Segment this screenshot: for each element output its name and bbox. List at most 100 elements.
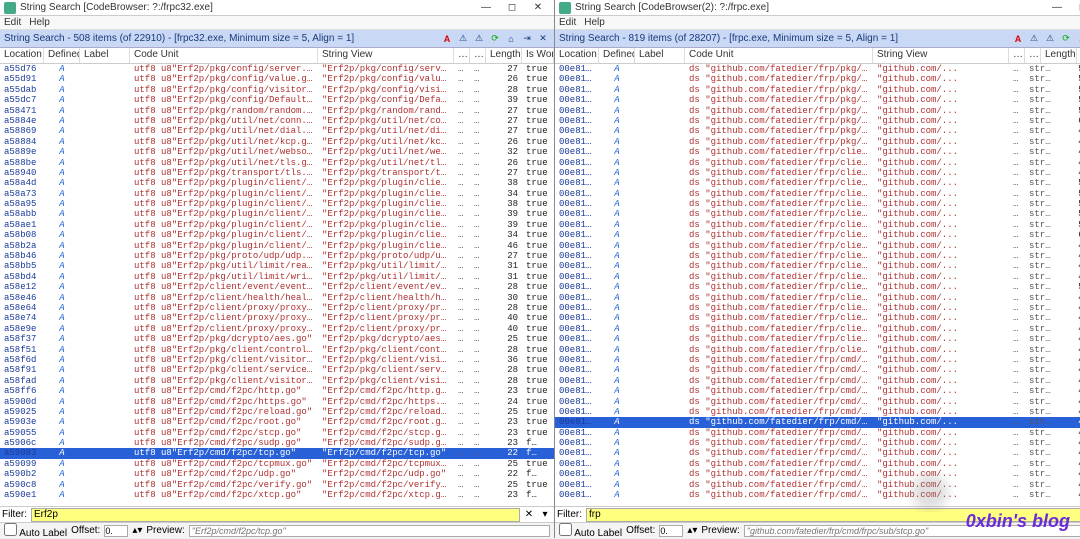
- table-row[interactable]: 00e81170Ads "github.com/fatedier/frp/pkg…: [555, 64, 1080, 74]
- table-row[interactable]: 00e8160bAds "github.com/fatedier/frp/cli…: [555, 251, 1080, 261]
- auto-label-checkbox[interactable]: Auto Label: [559, 523, 622, 539]
- table-row[interactable]: 00e81aabAds "github.com/fatedier/frp/cmd…: [555, 480, 1080, 490]
- table-row[interactable]: 00e8170bAds "github.com/fatedier/frp/cli…: [555, 293, 1080, 303]
- table-row[interactable]: 00e81516Ads "github.com/fatedier/frp/cli…: [555, 220, 1080, 230]
- offset-input[interactable]: [104, 525, 128, 537]
- col-is-word[interactable]: Is Word: [522, 48, 554, 63]
- table-row[interactable]: a5889eAutf8 u8"Erf2p/pkg/util/net/websoc…: [0, 147, 554, 157]
- table-row[interactable]: 00e81386Ads "github.com/fatedier/frp/cli…: [555, 168, 1080, 178]
- refresh-icon[interactable]: ⟳: [1059, 32, 1073, 46]
- col-dots1[interactable]: …: [454, 48, 470, 63]
- table-row[interactable]: 00e811e0Ads "github.com/fatedier/frp/pkg…: [555, 85, 1080, 95]
- offset-stepper[interactable]: ▴▾: [132, 525, 142, 536]
- refresh-icon[interactable]: ⟳: [488, 32, 502, 46]
- table-row[interactable]: 00e81a50Ads "github.com/fatedier/frp/cmd…: [555, 459, 1080, 469]
- table-row[interactable]: 00e816d9Ads "github.com/fatedier/frp/cli…: [555, 282, 1080, 292]
- table-row[interactable]: a58f91Autf8 u8"Erf2p/pkg/client/service.…: [0, 365, 554, 375]
- filter-clear-icon[interactable]: ✕: [522, 508, 536, 522]
- table-row[interactable]: 00e81ad8Ads "github.com/fatedier/frp/cmd…: [555, 490, 1080, 500]
- filter-a-icon[interactable]: A: [440, 32, 454, 46]
- table-row[interactable]: 00e81774Ads "github.com/fatedier/frp/cli…: [555, 313, 1080, 323]
- table-row[interactable]: a58e64Autf8 u8"Erf2p/client/proxy/proxy.…: [0, 303, 554, 313]
- col-defined[interactable]: Defined: [44, 48, 80, 63]
- maximize-button[interactable]: ◻: [500, 1, 524, 15]
- col-location[interactable]: Location: [0, 48, 44, 63]
- table-row[interactable]: 00e818b3Ads "github.com/fatedier/frp/cmd…: [555, 376, 1080, 386]
- table-row[interactable]: 00e814a8Ads "github.com/fatedier/frp/cli…: [555, 199, 1080, 209]
- table-row[interactable]: a58ff6Autf8 u8"Erf2p/cmd/f2pc/http.go""E…: [0, 386, 554, 396]
- col-code-unit[interactable]: Code Unit: [130, 48, 318, 63]
- table-row[interactable]: a5900dAutf8 u8"Erf2p/cmd/f2pc/https.go""…: [0, 397, 554, 407]
- table-row[interactable]: a55dabAutf8 u8"Erf2p/pkg/config/visitor.…: [0, 85, 554, 95]
- menu-help[interactable]: Help: [29, 17, 50, 28]
- col-string-view[interactable]: String View: [873, 48, 1009, 63]
- results-table[interactable]: a55d76Autf8 u8"Erf2p/pkg/config/server.g…: [0, 64, 554, 506]
- col-string-view[interactable]: String View: [318, 48, 454, 63]
- table-row[interactable]: a59083Autf8 u8"Erf2p/cmd/f2pc/tcp.go""Er…: [0, 448, 554, 458]
- table-row[interactable]: 00e81912Ads "github.com/fatedier/frp/cmd…: [555, 397, 1080, 407]
- col-code-unit[interactable]: Code Unit: [685, 48, 873, 63]
- table-row[interactable]: a58bb5Autf8 u8"Erf2p/pkg/util/limit/read…: [0, 261, 554, 271]
- table-row[interactable]: a588beAutf8 u8"Erf2p/pkg/util/net/tls.go…: [0, 158, 554, 168]
- table-row[interactable]: a59099Autf8 u8"Erf2p/cmd/f2pc/tcpmux.go"…: [0, 459, 554, 469]
- table-row[interactable]: a58e46Autf8 u8"Erf2p/client/health/healt…: [0, 293, 554, 303]
- table-row[interactable]: 00e81286Ads "github.com/fatedier/frp/pkg…: [555, 116, 1080, 126]
- table-row[interactable]: 00e817cAds "github.com/fatedier/frp/clie…: [555, 334, 1080, 344]
- table-row[interactable]: a58a95Autf8 u8"Erf2p/pkg/plugin/client/h…: [0, 199, 554, 209]
- results-table[interactable]: 00e81170Ads "github.com/fatedier/frp/pkg…: [555, 64, 1080, 506]
- menu-help[interactable]: Help: [584, 17, 605, 28]
- table-row[interactable]: a590b2Autf8 u8"Erf2p/cmd/f2pc/udp.go""Er…: [0, 469, 554, 479]
- warning-icon[interactable]: ⚠: [456, 32, 470, 46]
- col-label[interactable]: Label: [80, 48, 130, 63]
- table-row[interactable]: a59055Autf8 u8"Erf2p/cmd/f2pc/stcp.go""E…: [0, 428, 554, 438]
- table-row[interactable]: 00e81639Ads "github.com/fatedier/frp/cli…: [555, 261, 1080, 271]
- table-row[interactable]: 00e81745Ads "github.com/fatedier/frp/cli…: [555, 303, 1080, 313]
- warning-icon-2[interactable]: ⚠: [1043, 32, 1057, 46]
- col-defined[interactable]: Defined: [599, 48, 635, 63]
- table-row[interactable]: 00e81a21Ads "github.com/fatedier/frp/cmd…: [555, 448, 1080, 458]
- table-row[interactable]: 00e8124dAds "github.com/fatedier/frp/pkg…: [555, 106, 1080, 116]
- table-row[interactable]: 00e811a8Ads "github.com/fatedier/frp/pkg…: [555, 74, 1080, 84]
- offset-stepper[interactable]: ▴▾: [687, 525, 697, 536]
- table-row[interactable]: a58884Autf8 u8"Erf2p/pkg/util/net/kcp.go…: [0, 137, 554, 147]
- table-row[interactable]: 00e8179cAds "github.com/fatedier/frp/cli…: [555, 324, 1080, 334]
- menu-edit[interactable]: Edit: [4, 17, 21, 28]
- table-row[interactable]: a58869Autf8 u8"Erf2p/pkg/util/net/dial.g…: [0, 126, 554, 136]
- table-row[interactable]: a58f6dAutf8 u8"Erf2p/pkg/client/visitor_…: [0, 355, 554, 365]
- offset-input[interactable]: [659, 525, 683, 537]
- table-row[interactable]: a55d91Autf8 u8"Erf2p/pkg/config/value.go…: [0, 74, 554, 84]
- warning-icon-2[interactable]: ⚠: [472, 32, 486, 46]
- table-row[interactable]: a58b2aAutf8 u8"Erf2p/pkg/plugin/client/u…: [0, 241, 554, 251]
- table-row[interactable]: 00e812f7Ads "github.com/fatedier/frp/pkg…: [555, 137, 1080, 147]
- table-row[interactable]: a58fadAutf8 u8"Erf2p/pkg/client/visitor.…: [0, 376, 554, 386]
- table-row[interactable]: 00e812c6Ads "github.com/fatedier/frp/pkg…: [555, 126, 1080, 136]
- table-row[interactable]: a5906cAutf8 u8"Erf2p/cmd/f2pc/sudp.go""E…: [0, 438, 554, 448]
- table-row[interactable]: a58b46Autf8 u8"Erf2p/pkg/proto/udp/udp.g…: [0, 251, 554, 261]
- table-row[interactable]: 00e81885Ads "github.com/fatedier/frp/cmd…: [555, 365, 1080, 375]
- filter-input[interactable]: [31, 508, 520, 522]
- table-row[interactable]: 00e819c8Ads "github.com/fatedier/frp/cmd…: [555, 428, 1080, 438]
- minimize-button[interactable]: —: [474, 1, 498, 15]
- table-row[interactable]: a5884eAutf8 u8"Erf2p/pkg/util/net/conn.g…: [0, 116, 554, 126]
- table-row[interactable]: a590e1Autf8 u8"Erf2p/cmd/f2pc/xtcp.go""E…: [0, 490, 554, 500]
- table-row[interactable]: a58940Autf8 u8"Erf2p/pkg/transport/tls.g…: [0, 168, 554, 178]
- table-row[interactable]: 00e818e1Ads "github.com/fatedier/frp/cmd…: [555, 386, 1080, 396]
- table-row[interactable]: 00e816aaAds "github.com/fatedier/frp/cli…: [555, 272, 1080, 282]
- table-row[interactable]: 00e814deAds "github.com/fatedier/frp/cli…: [555, 209, 1080, 219]
- table-row[interactable]: a58f37Autf8 u8"Erf2p/pkg/dcrypto/aes.go"…: [0, 334, 554, 344]
- table-row[interactable]: 00e81404Ads "github.com/fatedier/frp/cli…: [555, 178, 1080, 188]
- maximize-button[interactable]: ◻: [1071, 1, 1080, 15]
- home-icon[interactable]: ⌂: [1075, 32, 1080, 46]
- table-row[interactable]: a58e9eAutf8 u8"Erf2p/client/proxy/proxy_…: [0, 324, 554, 334]
- col-location[interactable]: Location: [555, 48, 599, 63]
- table-row[interactable]: a58e12Autf8 u8"Erf2p/client/event/event.…: [0, 282, 554, 292]
- close-icon[interactable]: ✕: [536, 32, 550, 46]
- table-row[interactable]: a58ae1Autf8 u8"Erf2p/pkg/plugin/client/h…: [0, 220, 554, 230]
- table-row[interactable]: 00e81328Ads "github.com/fatedier/frp/cli…: [555, 147, 1080, 157]
- filter-input[interactable]: [586, 508, 1080, 522]
- table-row[interactable]: a58b08Autf8 u8"Erf2p/pkg/plugin/client/s…: [0, 230, 554, 240]
- table-row[interactable]: 00e815afAds "github.com/fatedier/frp/cli…: [555, 241, 1080, 251]
- col-dots2[interactable]: …: [1025, 48, 1041, 63]
- col-dots1[interactable]: …: [1009, 48, 1025, 63]
- filter-settings-icon[interactable]: ▾: [538, 508, 552, 522]
